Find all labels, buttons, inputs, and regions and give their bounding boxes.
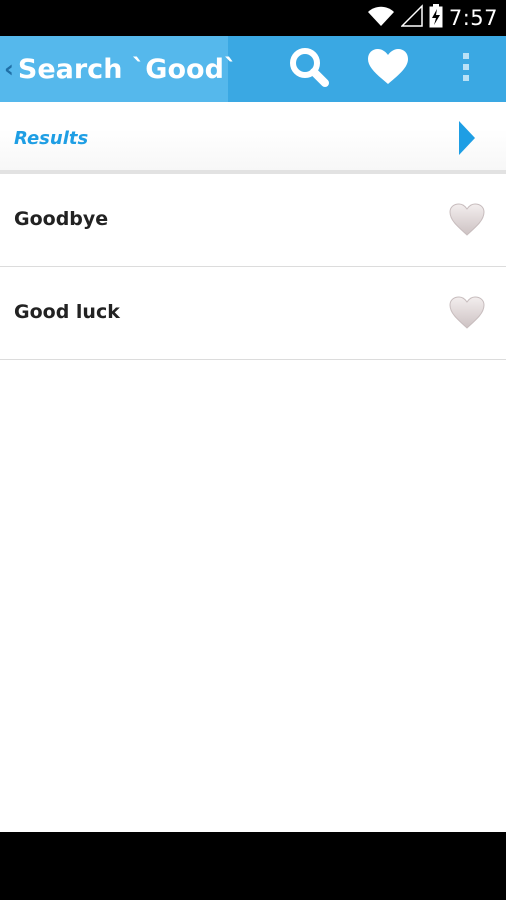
- results-arrow-icon[interactable]: [458, 121, 476, 160]
- system-nav-bar: [0, 832, 506, 900]
- search-button[interactable]: [272, 36, 346, 102]
- results-label: Results: [14, 128, 89, 149]
- results-list: Goodbye Good luck: [0, 174, 506, 360]
- favorites-button[interactable]: [350, 36, 426, 102]
- status-time: 7:57: [448, 6, 498, 30]
- search-icon: [288, 46, 330, 93]
- action-bar: ‹ Search `Good`: [0, 36, 506, 102]
- page-title: Search `Good`: [17, 53, 238, 85]
- wifi-icon: [367, 4, 395, 33]
- overflow-menu-icon: [461, 51, 471, 88]
- heart-icon: [366, 48, 410, 91]
- up-navigation[interactable]: ‹ Search `Good`: [0, 36, 237, 102]
- results-header: Results: [0, 102, 506, 174]
- status-icons: 7:57: [367, 3, 498, 33]
- battery-charging-icon: [429, 3, 443, 33]
- heart-icon[interactable]: [448, 295, 486, 331]
- list-item-word: Goodbye: [14, 208, 109, 230]
- list-item[interactable]: Good luck: [0, 267, 506, 360]
- list-item[interactable]: Goodbye: [0, 174, 506, 267]
- list-item-word: Good luck: [14, 301, 120, 323]
- heart-icon[interactable]: [448, 202, 486, 238]
- status-bar: 7:57: [0, 0, 506, 36]
- overflow-menu-button[interactable]: [440, 36, 492, 102]
- signal-icon: [400, 3, 423, 33]
- back-chevron-icon: ‹: [4, 55, 14, 83]
